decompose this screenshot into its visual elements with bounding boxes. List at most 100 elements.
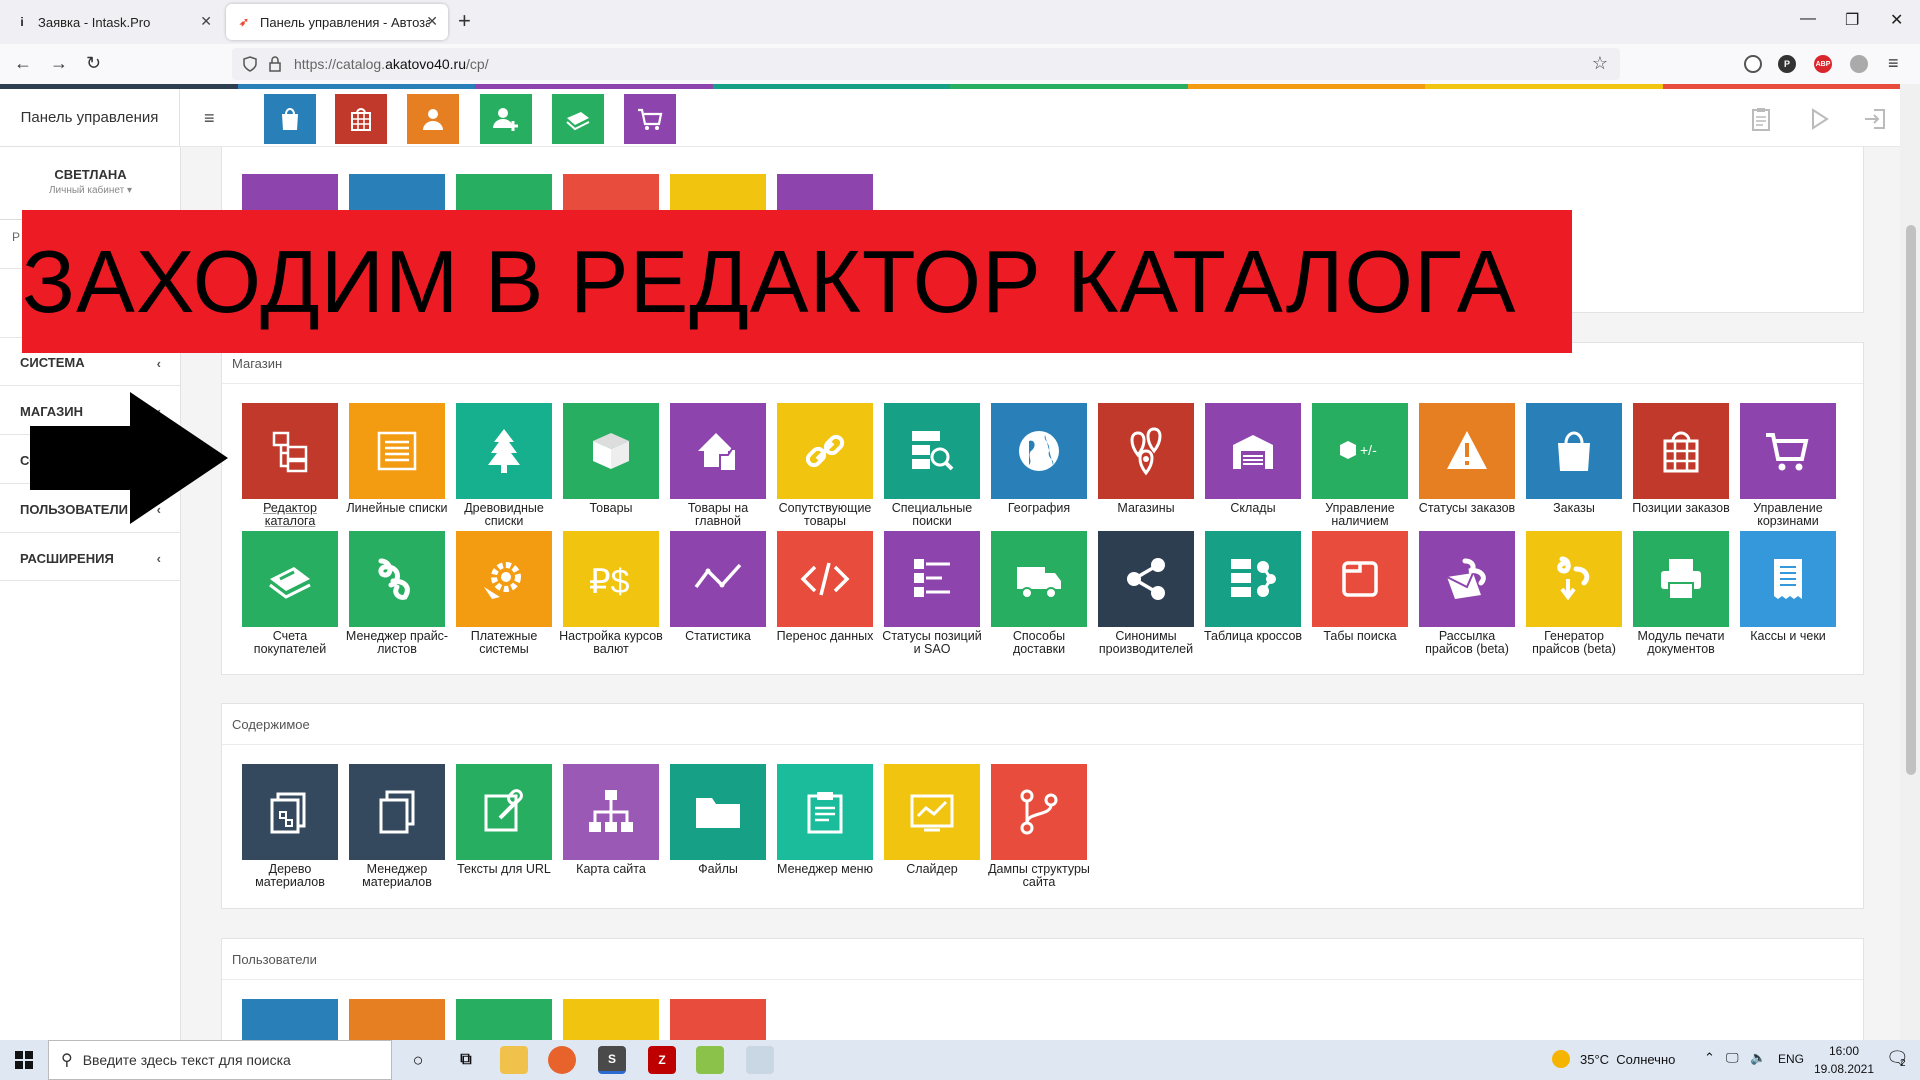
tab-control-panel[interactable]: ➶ Панель управления - Автозап ✕ [226, 4, 448, 40]
extension-p-icon[interactable]: P [1778, 55, 1796, 73]
pocket-icon[interactable] [1744, 55, 1762, 73]
tile-home-like[interactable]: Товары на главной [670, 403, 766, 528]
tile-truck[interactable]: Способы доставки [991, 531, 1087, 656]
tile-mail[interactable]: Рассылка прайсов (beta) [1419, 531, 1515, 656]
tab-intask[interactable]: i Заявка - Intask.Pro ✕ [4, 4, 222, 40]
volume-icon[interactable]: 🔈 [1750, 1050, 1766, 1066]
tile-cards[interactable]: Счета покупателей [242, 531, 338, 656]
close-tab-icon[interactable]: ✕ [200, 13, 212, 30]
users-tile[interactable] [349, 999, 445, 1040]
tile-payment-gear[interactable]: Платежные системы [456, 531, 552, 656]
tile-link[interactable]: Сопутствующие товары [777, 403, 873, 528]
app-title[interactable]: Панель управления [0, 89, 180, 147]
tile-generator[interactable]: Генератор прайсов (beta) [1526, 531, 1622, 656]
tile-sitemap[interactable]: Карта сайта [563, 764, 659, 876]
tile-material-tree[interactable]: Дерево материалов [242, 764, 338, 889]
tile-folder[interactable]: Файлы [670, 764, 766, 876]
tile-code[interactable]: Перенос данных [777, 531, 873, 643]
firefox-icon[interactable] [548, 1046, 576, 1074]
weather-text[interactable]: 35°C Солнечно [1580, 1052, 1675, 1067]
quick-users-button[interactable] [407, 94, 459, 144]
bookmark-star-icon[interactable]: ☆ [1592, 53, 1608, 74]
filezilla-icon[interactable]: Z [648, 1046, 676, 1074]
tile-list[interactable]: Линейные списки [346, 403, 448, 515]
tile-chart-line[interactable]: Статистика [670, 531, 766, 643]
tile-warning[interactable]: Статусы заказов [1419, 403, 1515, 515]
hamburger-menu-icon[interactable]: ≡ [204, 108, 215, 129]
tile-label: Тексты для URL [457, 862, 551, 876]
adblock-icon[interactable]: ABP [1814, 55, 1832, 73]
paint-icon[interactable] [746, 1046, 774, 1074]
tile-receipt[interactable]: Кассы и чеки [1740, 531, 1836, 643]
new-tab-button[interactable]: + [458, 10, 471, 32]
weather-sun-icon [1552, 1050, 1570, 1068]
tile-stock[interactable]: +/- Управление наличием [1312, 403, 1408, 528]
folder-icon [696, 798, 740, 828]
users-tile[interactable] [242, 999, 338, 1040]
tile-currency[interactable]: ₽$ Настройка курсов валют [559, 531, 663, 656]
tile-globe[interactable]: География [991, 403, 1087, 515]
tile-gift-grid[interactable]: Позиции заказов [1632, 403, 1730, 515]
restore-icon[interactable]: ❐ [1845, 10, 1859, 30]
sublime-icon[interactable]: S [598, 1046, 626, 1074]
tile-search-list[interactable]: Специальные поиски [884, 403, 980, 528]
payment-gear-icon [484, 562, 521, 599]
close-tab-icon[interactable]: ✕ [426, 13, 438, 30]
stock-icon: +/- [1340, 441, 1377, 459]
quick-orders-button[interactable] [264, 94, 316, 144]
tile-share[interactable]: Синонимы производителей [1098, 531, 1194, 656]
network-icon[interactable]: 🖵 [1726, 1050, 1739, 1066]
windows-start-icon[interactable] [0, 1040, 48, 1080]
play-icon[interactable] [1806, 106, 1832, 132]
language-indicator[interactable]: ENG [1778, 1052, 1804, 1066]
tile-boxes[interactable]: Товары [563, 403, 659, 515]
cortana-icon[interactable]: ○ [404, 1046, 432, 1074]
quick-order-items-button[interactable] [335, 94, 387, 144]
quick-cart-button[interactable] [624, 94, 676, 144]
tile-status-tree[interactable]: Статусы позиций и SAO [882, 531, 982, 656]
users-tile[interactable] [670, 999, 766, 1040]
tile-bag[interactable]: Заказы [1526, 403, 1622, 515]
users-tile[interactable] [563, 999, 659, 1040]
tile-catalog-editor[interactable]: Редактор каталога [242, 403, 338, 528]
tile-tab[interactable]: Табы поиска [1312, 531, 1408, 643]
logout-icon[interactable] [1862, 106, 1888, 132]
task-view-icon[interactable]: ⧉ [452, 1046, 480, 1074]
quick-add-user-button[interactable] [480, 94, 532, 144]
tile-branch[interactable]: Дампы структуры сайта [988, 764, 1090, 889]
tile-menu-manager[interactable]: Менеджер меню [777, 764, 873, 876]
user-cabinet-link[interactable]: Личный кабинет ▾ [0, 185, 181, 196]
tile-tree[interactable]: Древовидные списки [456, 403, 552, 528]
sitemap-icon [589, 790, 633, 832]
address-bar[interactable]: https://catalog.akatovo40.ru/cp/ ☆ [232, 48, 1620, 80]
minimize-icon[interactable]: — [1800, 10, 1816, 28]
tile-slider[interactable]: Слайдер [884, 764, 980, 876]
users-tile[interactable] [456, 999, 552, 1040]
file-explorer-icon[interactable] [500, 1046, 528, 1074]
cards-icon [566, 112, 590, 131]
tile-cart[interactable]: Управление корзинами [1740, 403, 1836, 528]
globe-extension-icon[interactable] [1850, 55, 1868, 73]
taskbar-search[interactable]: ⚲ Введите здесь текст для поиска [48, 1040, 392, 1080]
tile-price-manager[interactable]: Менеджер прайс-листов [346, 531, 448, 656]
tile-map-pin[interactable]: Магазины [1098, 403, 1194, 515]
reload-icon[interactable]: ↻ [86, 53, 101, 74]
quick-accounts-button[interactable] [552, 94, 604, 144]
close-window-icon[interactable]: ✕ [1890, 10, 1903, 30]
scrollbar-thumb[interactable] [1906, 225, 1916, 775]
tile-printer[interactable]: Модуль печати документов [1633, 531, 1729, 656]
tile-cross-table[interactable]: Таблица кроссов [1204, 531, 1302, 643]
back-icon[interactable]: ← [14, 53, 32, 74]
notepad-plus-icon[interactable] [696, 1046, 724, 1074]
annotation-text: ЗАХОДИМ В РЕДАКТОР КАТАЛОГА [22, 231, 1517, 331]
show-hidden-icons-icon[interactable]: ⌃ [1704, 1050, 1715, 1066]
tile-warehouse[interactable]: Склады [1205, 403, 1301, 515]
menu-icon[interactable]: ≡ [1888, 53, 1899, 74]
tile-material-manager[interactable]: Менеджер материалов [349, 764, 445, 889]
forward-icon[interactable]: → [50, 53, 68, 74]
tile-url-text[interactable]: Тексты для URL [456, 764, 552, 876]
clock-date[interactable]: 19.08.2021 [1806, 1062, 1882, 1076]
clock-time[interactable]: 16:00 [1822, 1044, 1866, 1058]
clipboard-icon[interactable] [1748, 106, 1774, 132]
sidebar-item-extensions[interactable]: РАСШИРЕНИЯ ‹ [0, 532, 181, 581]
